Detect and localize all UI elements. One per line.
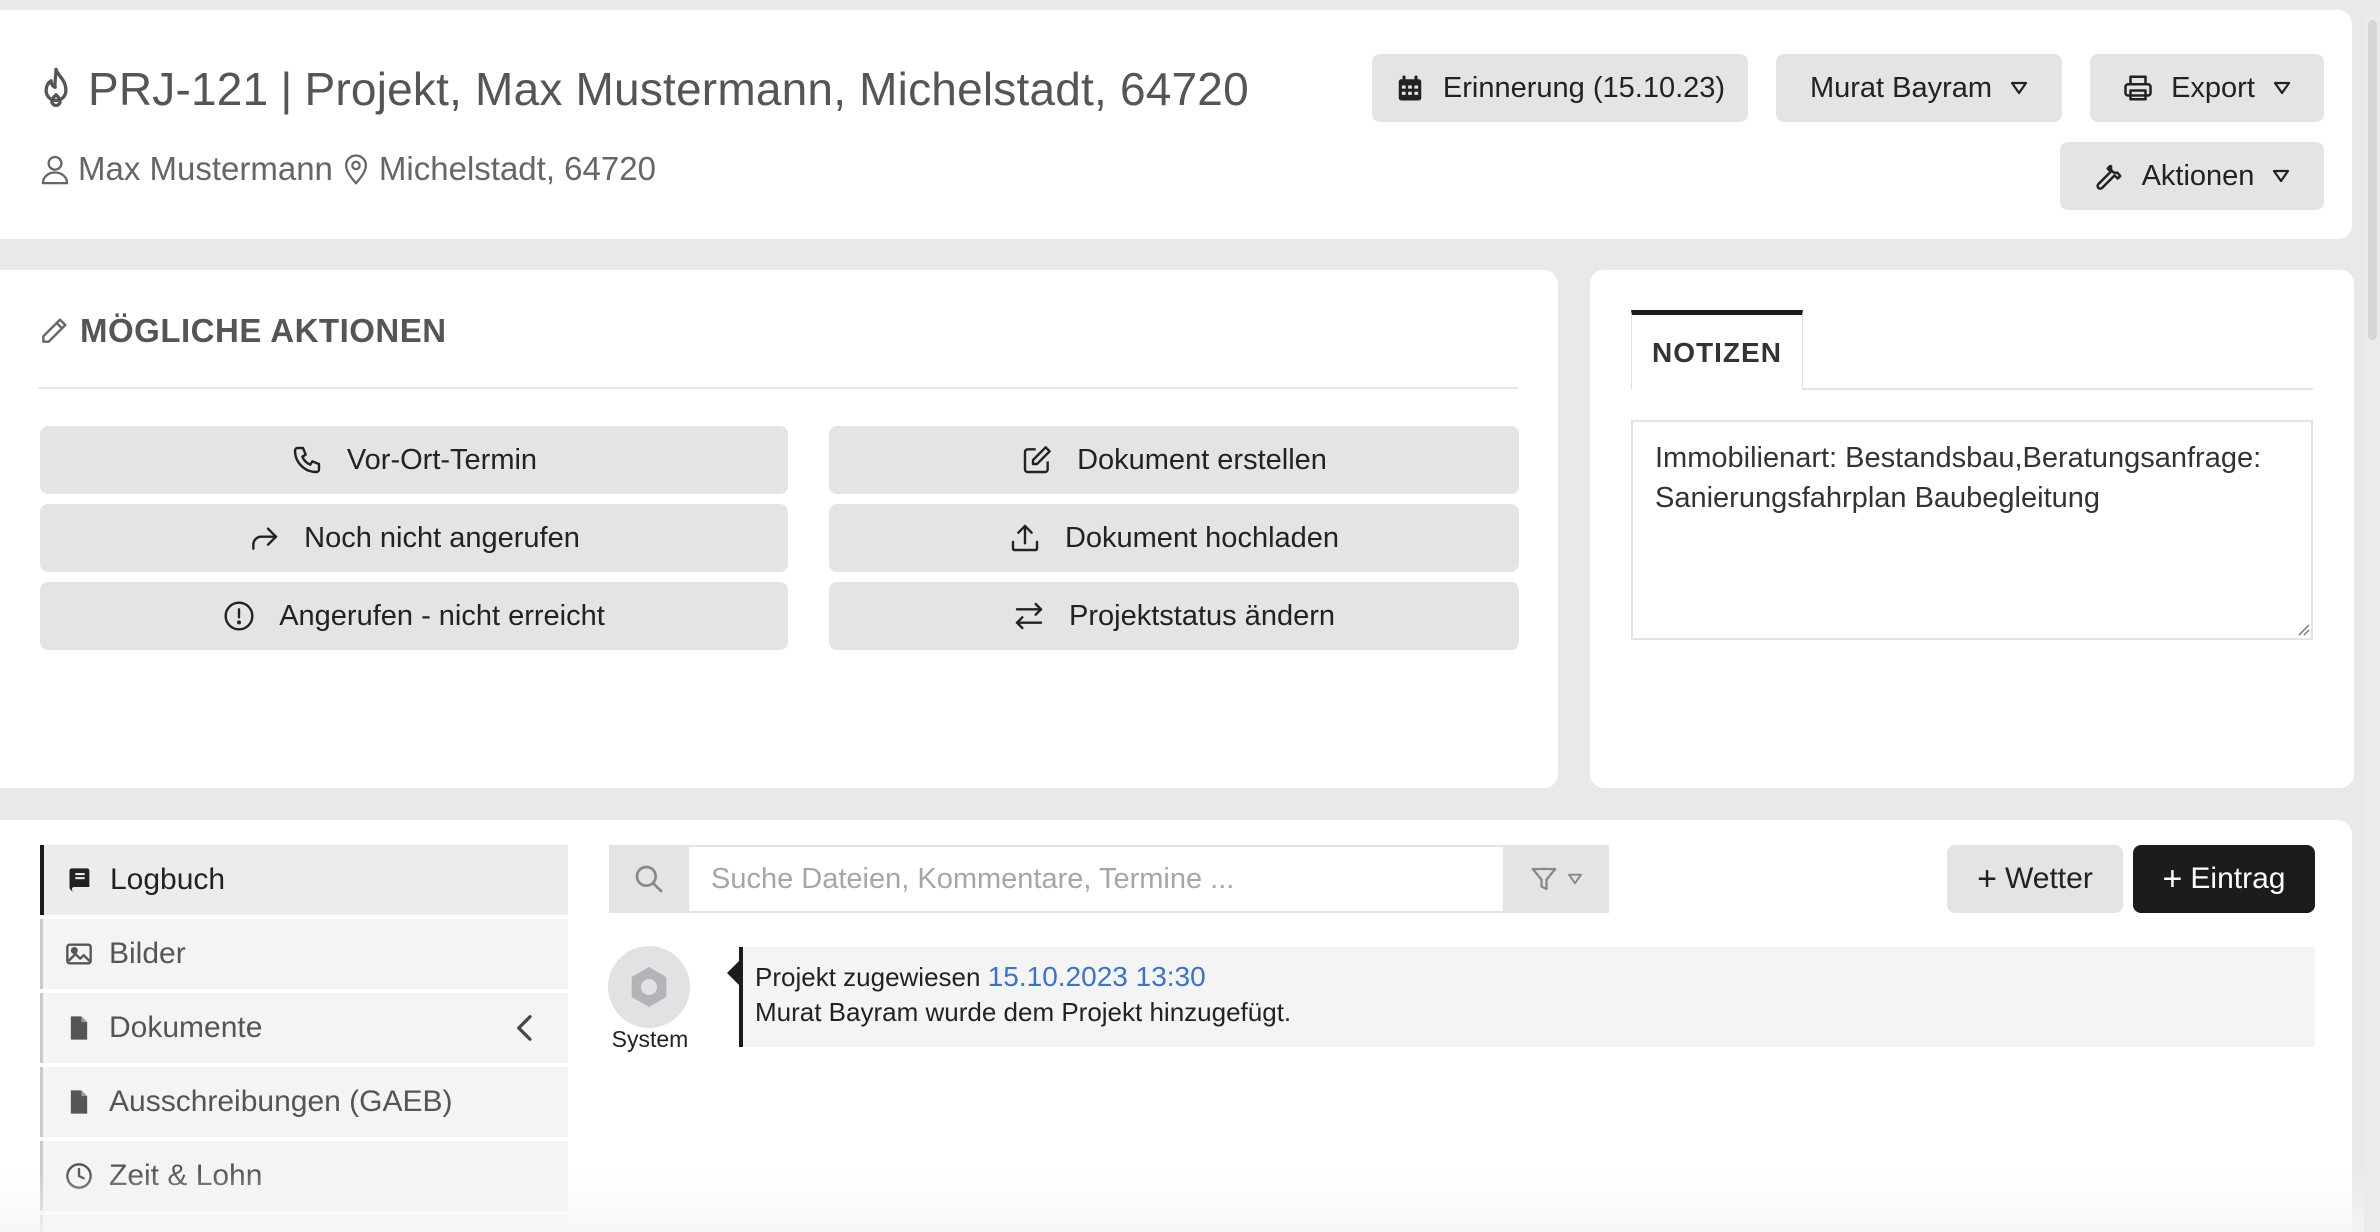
- export-dropdown[interactable]: Export: [2090, 54, 2324, 122]
- action-label: Projektstatus ändern: [1069, 599, 1335, 632]
- customer-location: Michelstadt, 64720: [378, 150, 656, 187]
- log-entry: Projekt zugewiesen 15.10.2023 13:30 Mura…: [727, 947, 2315, 1047]
- possible-actions-title: MÖGLICHE AKTIONEN: [80, 312, 447, 349]
- caret-down-icon: [1568, 873, 1582, 885]
- caret-down-icon: [2273, 81, 2291, 95]
- sidebar-item-tenders-gaeb[interactable]: Ausschreibungen (GAEB): [40, 1067, 568, 1137]
- weather-label: Wetter: [2005, 862, 2093, 895]
- log-author: System: [611, 1026, 689, 1052]
- action-label: Dokument hochladen: [1064, 521, 1340, 554]
- sidebar-item-images[interactable]: Bilder: [40, 919, 568, 989]
- action-change-project-status-button[interactable]: Projektstatus ändern: [829, 582, 1519, 650]
- user-icon: [41, 155, 69, 185]
- export-label: Export: [2171, 71, 2255, 104]
- search-icon-box: [609, 845, 689, 913]
- printer-icon: [2124, 75, 2152, 101]
- actions-label: Aktionen: [2141, 159, 2255, 192]
- project-title: Projekt, Max Mustermann, Michelstadt, 64…: [304, 63, 1249, 115]
- system-gear-icon: [631, 967, 667, 1007]
- forward-arrow-icon: [252, 527, 278, 550]
- filter-dropdown[interactable]: [1503, 845, 1609, 913]
- plus-icon: +: [1977, 860, 1998, 898]
- title-separator: |: [280, 63, 293, 115]
- sidebar-item-logbook[interactable]: Logbuch: [40, 845, 568, 915]
- assigned-user-label: Murat Bayram: [1809, 71, 1993, 104]
- caret-down-icon: [2010, 81, 2028, 95]
- reminder-button[interactable]: Erinnerung (15.10.23): [1372, 54, 1748, 122]
- project-id: PRJ-121: [88, 63, 269, 115]
- notes-textarea[interactable]: Immobilienart: Bestandsbau,Beratungsanfr…: [1631, 420, 2313, 640]
- project-subtitle: Max Mustermann Michelstadt, 64720: [38, 150, 656, 188]
- notes-tab-label: NOTIZEN: [1652, 336, 1782, 368]
- search-icon: [635, 865, 663, 893]
- reminder-label: Erinnerung (15.10.23): [1442, 71, 1726, 104]
- book-icon: [69, 868, 90, 892]
- flame-icon: [44, 67, 68, 108]
- action-create-document-button[interactable]: Dokument erstellen: [829, 426, 1519, 494]
- action-label: Angerufen - nicht erreicht: [279, 599, 605, 632]
- clock-icon: [66, 1163, 92, 1189]
- page-title: PRJ-121 | Projekt, Max Mustermann, Miche…: [36, 62, 1249, 116]
- action-onsite-appointment-button[interactable]: Vor-Ort-Termin: [40, 426, 788, 494]
- action-label: Noch nicht angerufen: [304, 521, 580, 554]
- possible-actions-heading: MÖGLICHE AKTIONEN: [38, 312, 447, 350]
- add-entry-button[interactable]: + Eintrag: [2133, 845, 2315, 913]
- action-label: Vor-Ort-Termin: [346, 443, 538, 476]
- file-icon: [70, 1090, 88, 1114]
- customer-name: Max Mustermann: [78, 150, 333, 187]
- filter-icon: [1531, 867, 1557, 891]
- avatar: [608, 946, 690, 1028]
- action-upload-document-button[interactable]: Dokument hochladen: [829, 504, 1519, 572]
- search-input[interactable]: [689, 845, 1503, 913]
- log-entry-title: Projekt zugewiesen: [755, 962, 981, 992]
- caret-down-icon: [2273, 169, 2290, 183]
- sidebar-item-more[interactable]: [40, 1215, 568, 1232]
- map-pin-icon: [344, 154, 367, 185]
- entry-label: Eintrag: [2190, 862, 2286, 895]
- plus-icon: +: [2162, 860, 2183, 898]
- log-entry-date[interactable]: 15.10.2023 13:30: [988, 961, 1206, 992]
- sidebar-item-documents[interactable]: Dokumente: [40, 993, 568, 1063]
- log-search-bar: [609, 845, 1609, 913]
- project-header: [0, 10, 2352, 239]
- sidebar-item-label: Zeit & Lohn: [109, 1159, 263, 1192]
- action-label: Dokument erstellen: [1077, 443, 1327, 476]
- file-icon: [70, 1016, 88, 1040]
- assigned-user-dropdown[interactable]: Murat Bayram: [1776, 54, 2062, 122]
- image-icon: [66, 943, 92, 965]
- tab-divider: [1803, 388, 2313, 390]
- action-called-not-reached-button[interactable]: Angerufen - nicht erreicht: [40, 582, 788, 650]
- chevron-left-icon[interactable]: [512, 1013, 538, 1043]
- sidebar-item-time-wages[interactable]: Zeit & Lohn: [40, 1141, 568, 1211]
- calendar-icon: [1398, 75, 1422, 101]
- resize-handle-icon[interactable]: [2294, 620, 2310, 636]
- phone-icon: [293, 446, 321, 474]
- add-weather-button[interactable]: + Wetter: [1947, 845, 2123, 913]
- page-scrollbar-thumb[interactable]: [2368, 20, 2377, 340]
- pencil-icon: [42, 318, 67, 343]
- alert-circle-icon: [224, 601, 254, 631]
- edit-document-icon: [1023, 446, 1051, 474]
- log-entry-message: Murat Bayram wurde dem Projekt hinzugefü…: [755, 997, 1292, 1027]
- sidebar-item-label: Logbuch: [110, 863, 226, 896]
- sidebar-item-label: Dokumente: [109, 1011, 263, 1044]
- upload-icon: [1011, 524, 1039, 552]
- actions-dropdown[interactable]: Aktionen: [2060, 142, 2324, 210]
- sidebar-item-label: Bilder: [109, 937, 186, 970]
- action-not-yet-called-button[interactable]: Noch nicht angerufen: [40, 504, 788, 572]
- sidebar-item-label: Ausschreibungen (GAEB): [109, 1085, 453, 1118]
- swap-arrows-icon: [1015, 602, 1043, 630]
- section-divider: [38, 387, 1518, 389]
- wrench-icon: [2095, 164, 2122, 190]
- tab-notes[interactable]: NOTIZEN: [1631, 310, 1803, 390]
